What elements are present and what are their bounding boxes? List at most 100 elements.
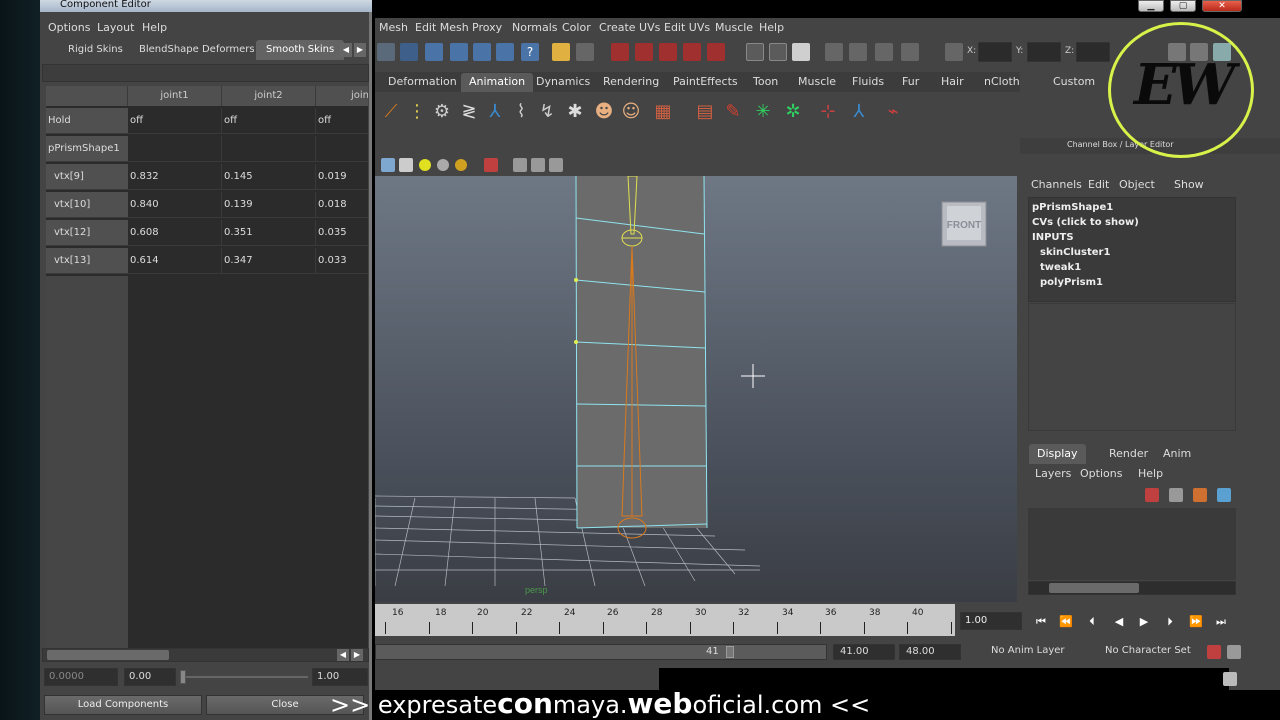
input-icon[interactable] <box>746 43 764 61</box>
cb-input-polyprism[interactable]: polyPrism1 <box>1032 275 1232 290</box>
selected-vertex[interactable] <box>574 278 578 282</box>
constraint-icon[interactable]: ✳ <box>751 100 775 124</box>
menu-edit-mesh[interactable]: Edit Mesh <box>415 21 469 34</box>
minimize-button[interactable]: ▁ <box>1138 0 1164 12</box>
isolate-select-icon[interactable] <box>484 158 498 172</box>
orient-constraint-icon[interactable]: ⅄ <box>847 100 871 124</box>
tab-rendering[interactable]: Rendering <box>595 73 667 92</box>
z-field[interactable] <box>1076 42 1110 62</box>
row-header-vtx9[interactable]: vtx[9] <box>46 164 128 190</box>
cb-input-skincluster[interactable]: skinCluster1 <box>1032 245 1232 260</box>
menu-mesh[interactable]: Mesh <box>379 21 408 34</box>
menu-show[interactable]: Show <box>1174 178 1204 191</box>
step-forward-frame-icon[interactable]: ⏵ <box>1160 614 1180 630</box>
menu-proxy[interactable]: Proxy <box>472 21 502 34</box>
slider-min-field[interactable]: 0.0000 <box>44 668 118 686</box>
weight-cell[interactable]: 0.145 <box>222 164 316 190</box>
paint-weights-icon[interactable]: ✎ <box>721 100 745 124</box>
menu-create-uvs[interactable]: Create UVs <box>599 21 660 34</box>
script-editor-icon[interactable] <box>1223 672 1237 686</box>
step-forward-key-icon[interactable]: ⏩ <box>1186 614 1206 630</box>
weight-cell[interactable]: 0.033 <box>316 248 368 274</box>
ipr-render-icon[interactable] <box>875 43 893 61</box>
anim-layer-dropdown[interactable]: No Anim Layer <box>985 644 1081 660</box>
menu-options[interactable]: Options <box>1080 467 1122 480</box>
tab-scroll-right-icon[interactable]: ▶ <box>354 43 366 57</box>
joint-tool-icon[interactable]: ⟋ <box>379 100 403 124</box>
tab-display[interactable]: Display <box>1029 444 1086 464</box>
menu-edit[interactable]: Edit <box>1088 178 1109 191</box>
close-button[interactable]: ✕ <box>1202 0 1242 12</box>
weight-cell[interactable]: 0.840 <box>128 192 222 218</box>
component-editor-titlebar[interactable]: Component Editor <box>40 0 372 12</box>
table-scroll-thumb[interactable] <box>47 650 169 660</box>
ik-spline-icon[interactable]: ⚙ <box>430 100 454 124</box>
aim-constraint-icon[interactable]: ⊹ <box>816 100 840 124</box>
range-end-field[interactable]: 48.00 <box>899 644 961 660</box>
menu-color[interactable]: Color <box>562 21 591 34</box>
tab-smooth-skins[interactable]: Smooth Skins <box>256 40 345 60</box>
transform-mode-icon[interactable] <box>945 43 963 61</box>
play-forwards-icon[interactable]: ▶ <box>1134 614 1154 630</box>
row-header-hold[interactable]: Hold <box>46 108 128 134</box>
skeleton-icon[interactable]: ✱ <box>563 100 587 124</box>
row-header-vtx10[interactable]: vtx[10] <box>46 192 128 218</box>
go-to-end-icon[interactable]: ⏭ <box>1211 614 1231 630</box>
weight-slider-handle[interactable] <box>180 670 186 684</box>
weight-slider-track[interactable] <box>182 676 308 678</box>
range-handle[interactable] <box>726 646 734 658</box>
layer-list[interactable] <box>1028 508 1236 580</box>
load-components-button[interactable]: Load Components <box>44 695 202 715</box>
menu-normals[interactable]: Normals <box>512 21 558 34</box>
table-horizontal-scrollbar[interactable]: ◀ ▶ <box>42 648 369 662</box>
menu-help[interactable]: Help <box>759 21 784 34</box>
weight-value-field[interactable]: 0.00 <box>124 668 176 686</box>
ik-handle-icon[interactable]: ⋮ <box>405 100 429 124</box>
snap-grid-icon[interactable] <box>450 43 468 61</box>
tab-scroll-left-icon[interactable]: ◀ <box>340 43 352 57</box>
new-layer-icon[interactable] <box>1145 488 1159 502</box>
weight-cell[interactable]: 0.832 <box>128 164 222 190</box>
magnet-point-icon[interactable] <box>659 43 677 61</box>
tab-custom[interactable]: Custom <box>1045 73 1103 92</box>
layer-move-up-icon[interactable] <box>1193 488 1207 502</box>
render-settings-icon[interactable] <box>901 43 919 61</box>
shadows-icon[interactable] <box>455 159 467 171</box>
rigid-bind-icon[interactable]: ⅄ <box>483 100 507 124</box>
y-field[interactable] <box>1027 42 1061 62</box>
scroll-right-icon[interactable]: ▶ <box>351 649 363 661</box>
cb-object-name[interactable]: pPrismShape1 <box>1032 200 1232 215</box>
menu-object[interactable]: Object <box>1119 178 1155 191</box>
weight-cell[interactable]: 0.608 <box>128 220 222 246</box>
hold-cell-joint1[interactable]: off <box>128 108 222 134</box>
column-header-joint2[interactable]: joint2 <box>222 86 316 106</box>
current-frame-field[interactable]: 1.00 <box>960 612 1022 630</box>
point-constraint-icon[interactable]: ✲ <box>781 100 805 124</box>
tab-rigid-skins[interactable]: Rigid Skins <box>58 40 133 60</box>
selection-mask-icon[interactable] <box>576 43 594 61</box>
menu-layout[interactable]: Layout <box>97 21 134 34</box>
selected-vertex[interactable] <box>574 340 578 344</box>
snap-curve-icon[interactable] <box>473 43 491 61</box>
hud-icon[interactable] <box>549 158 563 172</box>
menu-options[interactable]: Options <box>48 21 90 34</box>
prism-mesh[interactable] <box>576 176 707 528</box>
tab-fur[interactable]: Fur <box>894 73 927 92</box>
xray-icon[interactable] <box>513 158 527 172</box>
column-header-joint3[interactable]: join <box>316 86 368 106</box>
menu-muscle[interactable]: Muscle <box>715 21 753 34</box>
weight-cell[interactable]: 0.347 <box>222 248 316 274</box>
checker-icon[interactable] <box>399 158 413 172</box>
select-tool-icon[interactable] <box>377 43 395 61</box>
render-frame-icon[interactable] <box>849 43 867 61</box>
weight-cell[interactable]: 0.018 <box>316 192 368 218</box>
cb-input-tweak[interactable]: tweak1 <box>1032 260 1232 275</box>
weight-cell[interactable]: 0.035 <box>316 220 368 246</box>
slider-max-field[interactable]: 1.00 <box>312 668 368 686</box>
preferences-icon[interactable] <box>1227 645 1241 659</box>
blend-shape-icon[interactable]: ☻ <box>592 100 616 124</box>
layer-scrollbar[interactable] <box>1028 581 1236 595</box>
lasso-tool-icon[interactable] <box>400 43 418 61</box>
lattice-icon[interactable]: ▦ <box>651 100 675 124</box>
construction-history-icon[interactable] <box>792 43 810 61</box>
